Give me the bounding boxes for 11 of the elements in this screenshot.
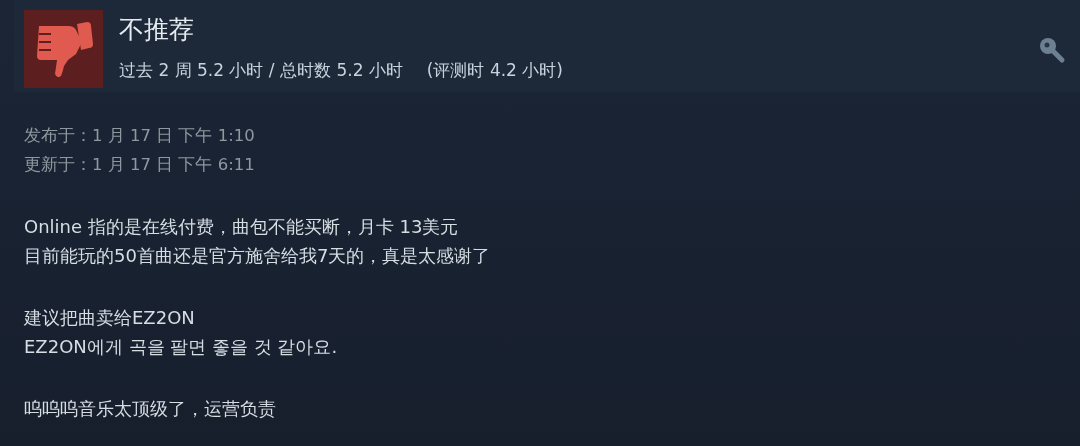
review-text-line: 建议把曲卖给EZ2ON [24,306,196,330]
review-playtime-text: (评测时 4.2 小时) [426,58,563,82]
review-text-line: EZ2ON에게 곡을 팔면 좋을 것 같아요. [24,335,339,359]
review-verdict: 不推荐 [119,16,195,44]
review-text-line: Online 指的是在线付费，曲包不能买断，月卡 13美元 [24,215,460,239]
playtime-text: 过去 2 周 5.2 小时 / 总时数 5.2 小时 [119,58,403,82]
key-icon [1038,36,1066,64]
review-text-line: 呜呜呜音乐太顶级了，运营负责 [24,397,277,421]
review-text-line: 目前能玩的50首曲还是官方施舍给我7天的，真是太感谢了 [24,244,492,268]
date-text: 发布于：1 月 17 日 下午 1:10 [24,125,256,147]
date-text: 更新于：1 月 17 日 下午 6:11 [24,154,256,176]
